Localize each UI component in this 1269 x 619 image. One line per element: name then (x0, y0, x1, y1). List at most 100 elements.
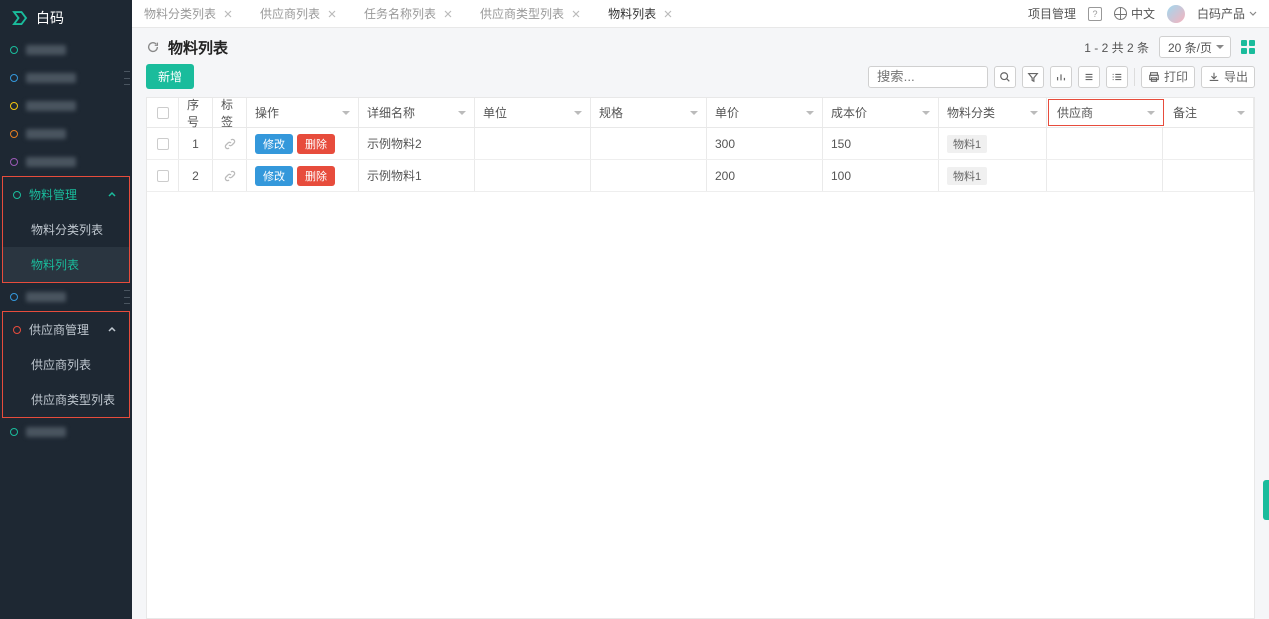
nav-group-label: 供应商管理 (29, 321, 89, 338)
tag-icon[interactable] (224, 138, 236, 150)
chevron-up-icon (105, 323, 119, 337)
page-size-select[interactable]: 20 条/页 (1159, 36, 1231, 58)
cell-idx: 2 (179, 160, 213, 191)
edit-button[interactable]: 修改 (255, 166, 293, 186)
cell-cat[interactable]: 物料1 (947, 135, 987, 153)
globe-icon (1114, 7, 1127, 20)
cell-note (1163, 160, 1254, 191)
nav-item-blur-5[interactable] (0, 148, 132, 176)
nav-group-materials[interactable]: 物料管理 (3, 177, 129, 212)
caret-down-icon[interactable] (690, 111, 698, 119)
cell-name: 示例物料2 (359, 128, 475, 159)
logo-icon (10, 8, 30, 28)
row-checkbox[interactable] (157, 170, 169, 182)
caret-down-icon[interactable] (458, 111, 466, 119)
th-cat[interactable]: 物料分类 (939, 98, 1047, 127)
nav-item-blur-4[interactable] (0, 120, 132, 148)
tab-material-list[interactable]: 物料列表 (608, 5, 674, 22)
search-icon[interactable] (994, 66, 1016, 88)
toolbar: 新增 打印 导出 (132, 64, 1269, 97)
settings-icon[interactable] (1078, 66, 1100, 88)
caret-down-icon[interactable] (922, 111, 930, 119)
nav-sub-material-category[interactable]: 物料分类列表 (3, 212, 129, 247)
delete-button[interactable]: 删除 (297, 166, 335, 186)
pagination-text: 1 - 2 共 2 条 (1084, 39, 1149, 56)
refresh-icon[interactable] (146, 40, 160, 54)
th-spec[interactable]: 规格 (591, 98, 707, 127)
cell-idx: 1 (179, 128, 213, 159)
logo[interactable]: 白码 (0, 0, 132, 36)
chevron-down-icon (1249, 10, 1257, 18)
page-title: 物料列表 (168, 37, 228, 58)
new-button[interactable]: 新增 (146, 64, 194, 89)
th-name[interactable]: 详细名称 (359, 98, 475, 127)
lang-switch[interactable]: 中文 (1114, 5, 1155, 22)
cell-supplier (1047, 128, 1163, 159)
th-unit[interactable]: 单位 (475, 98, 591, 127)
close-icon[interactable] (442, 8, 454, 20)
list-icon[interactable] (1106, 66, 1128, 88)
close-icon[interactable] (570, 8, 582, 20)
tabs: 物料分类列表 供应商列表 任务名称列表 供应商类型列表 物料列表 (144, 5, 674, 22)
th-cost[interactable]: 成本价 (823, 98, 939, 127)
print-button[interactable]: 打印 (1141, 66, 1195, 88)
tag-icon[interactable] (224, 170, 236, 182)
cell-cost: 150 (823, 128, 939, 159)
th-op[interactable]: 操作 (247, 98, 359, 127)
cell-price: 200 (707, 160, 823, 191)
row-checkbox[interactable] (157, 138, 169, 150)
nav-sub-material-list[interactable]: 物料列表 (3, 247, 129, 282)
top-right: 项目管理 ? 中文 白码产品 (1028, 5, 1257, 23)
cell-price: 300 (707, 128, 823, 159)
tab-supplier-type[interactable]: 供应商类型列表 (480, 5, 582, 22)
nav-sub-supplier-type[interactable]: 供应商类型列表 (3, 382, 129, 417)
edit-button[interactable]: 修改 (255, 134, 293, 154)
close-icon[interactable] (326, 8, 338, 20)
table-row: 1 修改删除 示例物料2 300 150 物料1 (147, 128, 1254, 160)
th-tag[interactable]: 标签 (213, 98, 247, 127)
cell-cost: 100 (823, 160, 939, 191)
search-input[interactable] (868, 66, 988, 88)
close-icon[interactable] (662, 8, 674, 20)
redbox-suppliers: 供应商管理 供应商列表 供应商类型列表 (2, 311, 130, 418)
nav-item-blur-2[interactable] (0, 64, 132, 92)
cell-name: 示例物料1 (359, 160, 475, 191)
side-floating-tab[interactable] (1263, 480, 1269, 520)
nav-item-blur-3[interactable] (0, 92, 132, 120)
cell-unit (475, 160, 591, 191)
delete-button[interactable]: 删除 (297, 134, 335, 154)
caret-down-icon[interactable] (574, 111, 582, 119)
th-note[interactable]: 备注 (1165, 98, 1254, 127)
export-button[interactable]: 导出 (1201, 66, 1255, 88)
user-menu[interactable]: 白码产品 (1197, 5, 1257, 22)
caret-down-icon[interactable] (1237, 111, 1245, 119)
filter-icon[interactable] (1022, 66, 1044, 88)
th-price[interactable]: 单价 (707, 98, 823, 127)
caret-down-icon[interactable] (342, 111, 350, 119)
project-mgmt-link[interactable]: 项目管理 (1028, 5, 1076, 22)
caret-down-icon[interactable] (1030, 111, 1038, 119)
caret-down-icon[interactable] (806, 111, 814, 119)
view-grid-icon[interactable] (1241, 40, 1255, 54)
select-all-checkbox[interactable] (157, 107, 169, 119)
chevron-up-icon (105, 188, 119, 202)
avatar[interactable] (1167, 5, 1185, 23)
nav-group-suppliers[interactable]: 供应商管理 (3, 312, 129, 347)
tab-supplier-list[interactable]: 供应商列表 (260, 5, 338, 22)
nav-item-blur-7[interactable] (0, 418, 132, 446)
caret-down-icon[interactable] (1147, 111, 1155, 119)
title-bar: 物料列表 1 - 2 共 2 条 20 条/页 (132, 28, 1269, 64)
close-icon[interactable] (222, 8, 234, 20)
nav-sub-supplier-list[interactable]: 供应商列表 (3, 347, 129, 382)
nav-item-blur-6[interactable] (0, 283, 132, 311)
th-index[interactable]: 序号 (179, 98, 213, 127)
tab-task-name[interactable]: 任务名称列表 (364, 5, 454, 22)
help-icon[interactable]: ? (1088, 7, 1102, 21)
cell-note (1163, 128, 1254, 159)
nav-item-blur-1[interactable] (0, 36, 132, 64)
th-supplier[interactable]: 供应商 (1048, 99, 1164, 126)
chart-icon[interactable] (1050, 66, 1072, 88)
main: 物料分类列表 供应商列表 任务名称列表 供应商类型列表 物料列表 项目管理 ? … (132, 0, 1269, 619)
tab-material-category[interactable]: 物料分类列表 (144, 5, 234, 22)
cell-cat[interactable]: 物料1 (947, 167, 987, 185)
